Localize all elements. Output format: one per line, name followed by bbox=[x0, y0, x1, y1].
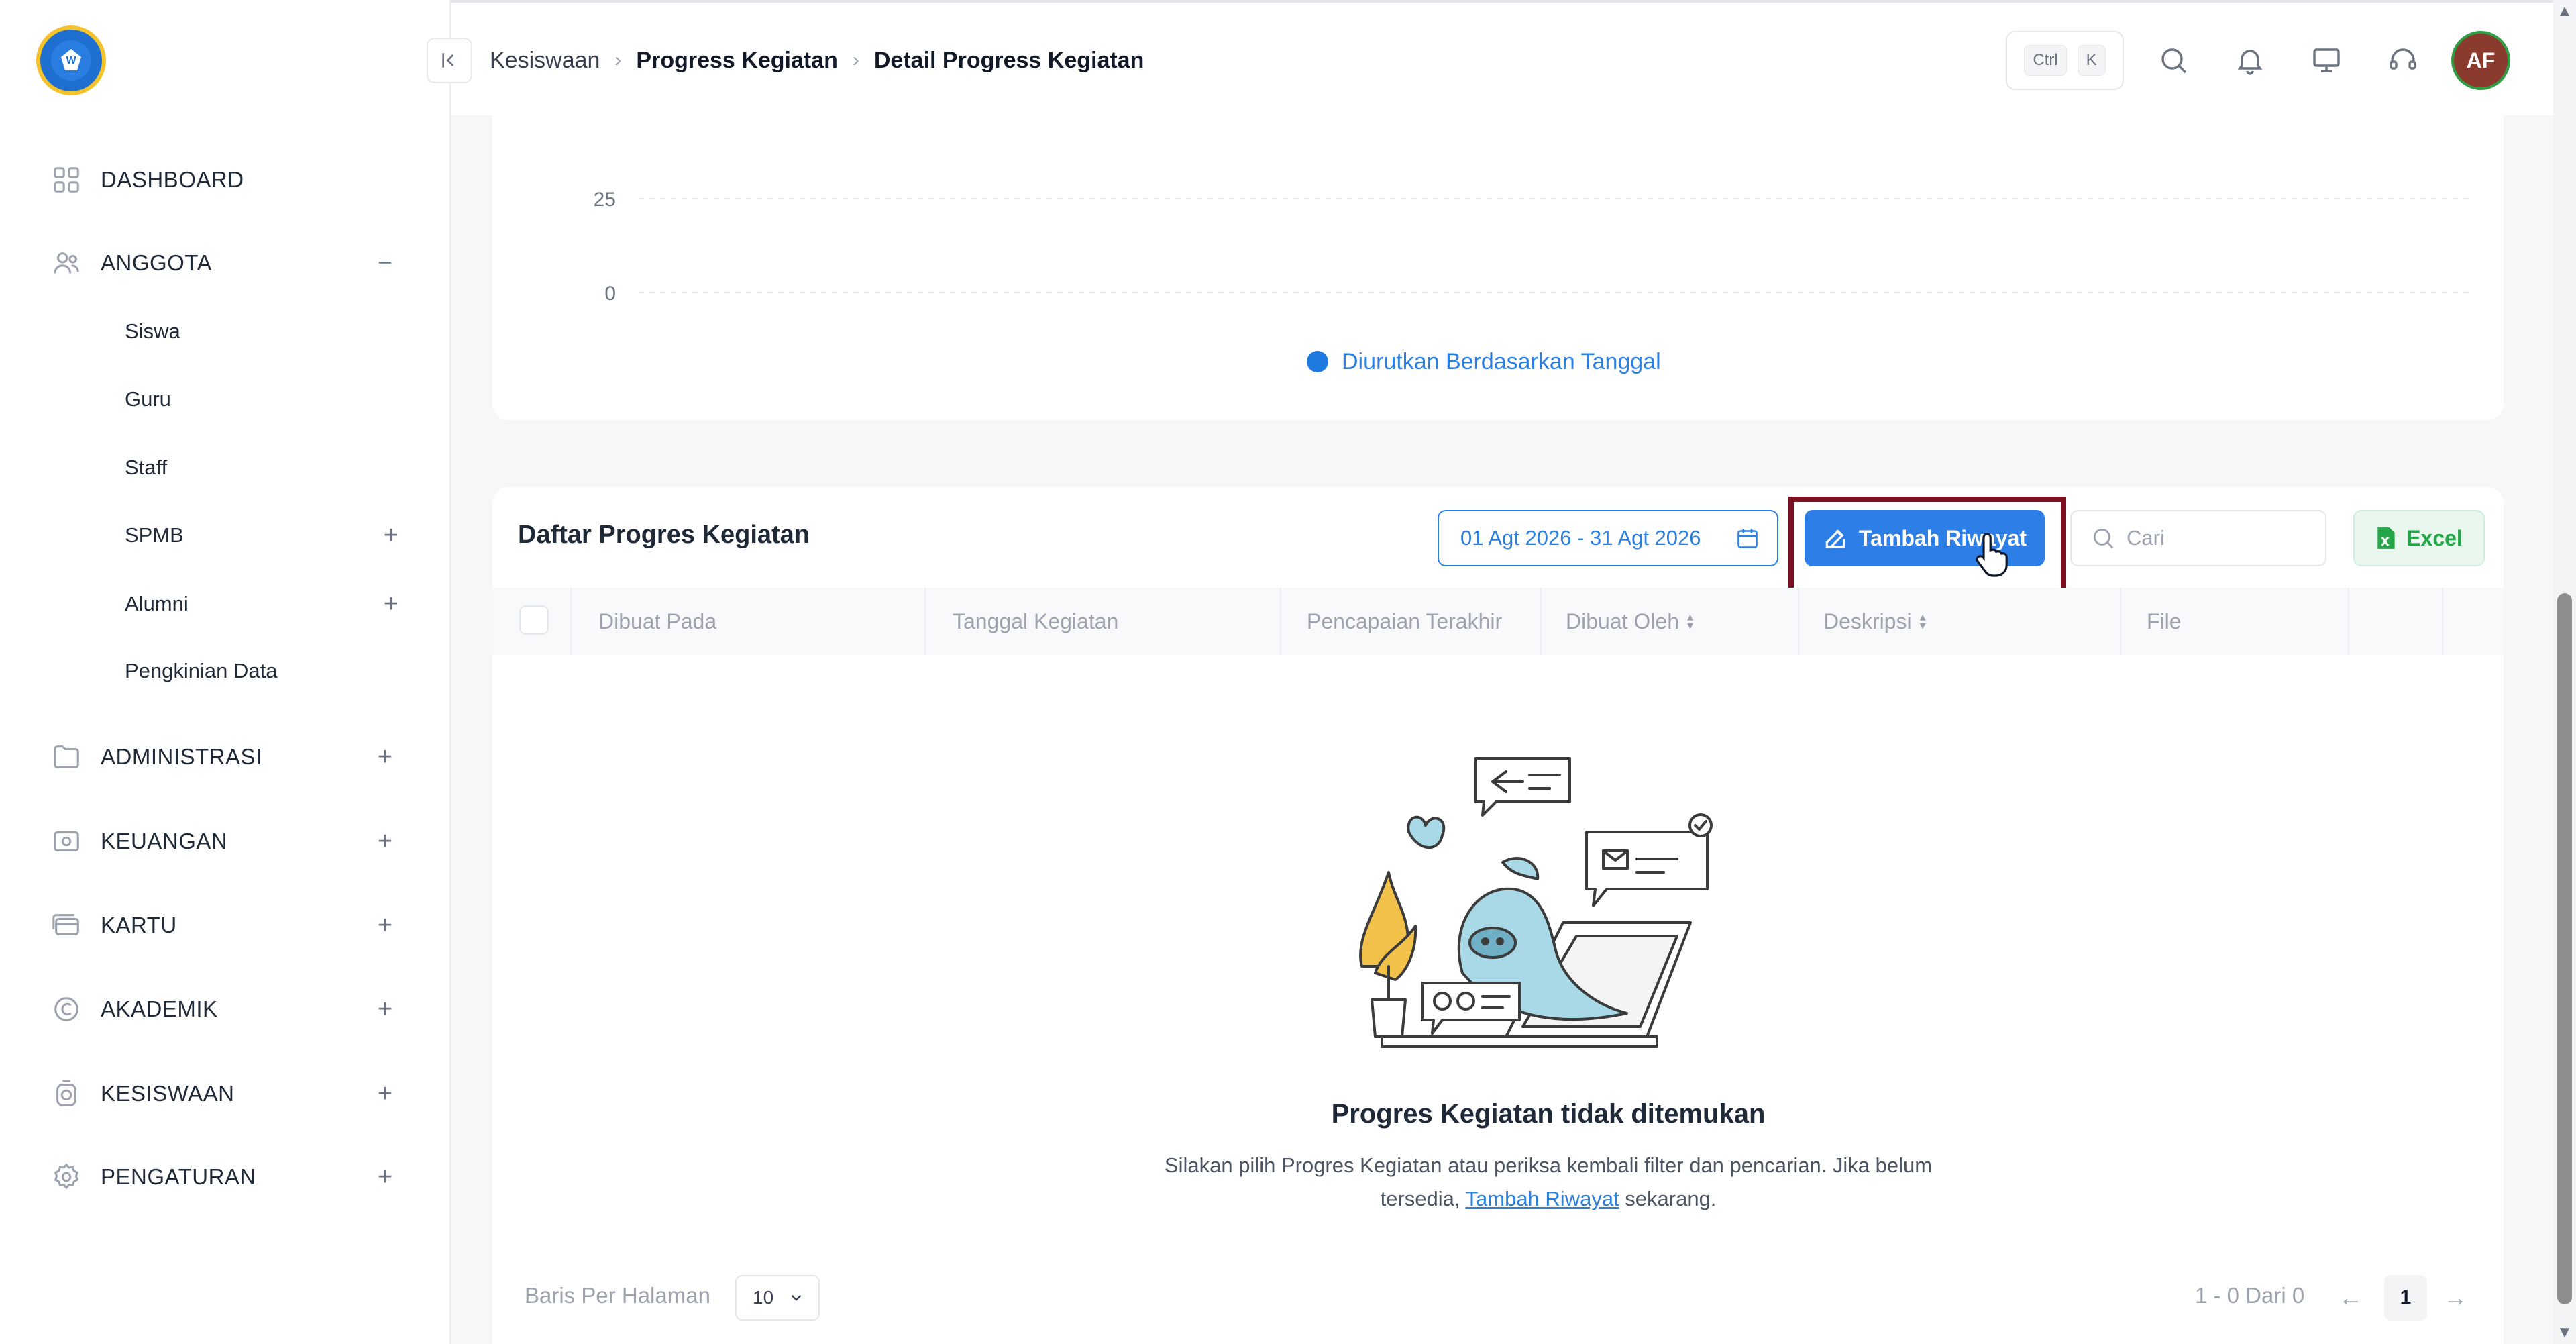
date-range-value: 01 Agt 2026 - 31 Agt 2026 bbox=[1460, 526, 1701, 550]
sort-icon[interactable]: ▴ ▾ bbox=[1920, 611, 1926, 631]
sidebar-item-akademik[interactable]: AKADEMIK + bbox=[50, 989, 398, 1029]
sidebar-item-pengaturan[interactable]: PENGATURAN + bbox=[50, 1157, 398, 1197]
select-all-checkbox[interactable] bbox=[519, 605, 549, 635]
sidebar-subitem-spmb[interactable]: SPMB + bbox=[125, 515, 407, 556]
expand-toggle-icon[interactable]: + bbox=[372, 828, 398, 855]
hand-cursor-icon bbox=[1976, 533, 2008, 577]
progress-chart: 25 0 bbox=[594, 189, 2469, 305]
sidebar-subitem-alumni[interactable]: Alumni + bbox=[125, 584, 407, 624]
highlight-annotation-box bbox=[1788, 497, 2066, 600]
expand-toggle-icon[interactable]: + bbox=[372, 743, 398, 770]
column-separator bbox=[1798, 588, 1799, 655]
column-separator bbox=[924, 588, 926, 655]
prev-page-button[interactable]: ← bbox=[2330, 1275, 2371, 1321]
sidebar-subitem-staff[interactable]: Staff bbox=[125, 448, 407, 488]
date-range-picker[interactable]: 01 Agt 2026 - 31 Agt 2026 bbox=[1438, 510, 1778, 566]
export-excel-button[interactable]: Excel bbox=[2353, 510, 2485, 566]
table-title: Daftar Progres Kegiatan bbox=[518, 521, 810, 549]
column-deskripsi[interactable]: Deskripsi ▴ ▾ bbox=[1823, 588, 1926, 655]
sidebar-subitem-label: Staff bbox=[125, 456, 168, 479]
sidebar-item-administrasi[interactable]: ADMINISTRASI + bbox=[50, 737, 398, 777]
column-dibuat-pada[interactable]: Dibuat Pada bbox=[598, 588, 716, 655]
export-excel-label: Excel bbox=[2406, 525, 2463, 550]
sidebar-item-label: PENGATURAN bbox=[101, 1164, 256, 1189]
y-tick-label: 0 bbox=[604, 282, 616, 305]
sidebar-subitem-label: Pengkinian Data bbox=[125, 659, 278, 682]
chevron-down-icon bbox=[791, 1294, 802, 1301]
page-number-button[interactable]: 1 bbox=[2384, 1275, 2427, 1321]
expand-toggle-icon[interactable]: + bbox=[372, 912, 398, 939]
empty-state-title: Progres Kegiatan tidak ditemukan bbox=[1331, 1099, 1766, 1129]
sort-icon[interactable]: ▴ ▾ bbox=[1687, 611, 1693, 631]
column-separator bbox=[570, 588, 572, 655]
add-history-link[interactable]: Tambah Riwayat bbox=[1466, 1187, 1619, 1210]
expand-toggle-icon[interactable]: + bbox=[372, 1164, 398, 1190]
column-separator bbox=[1280, 588, 1281, 655]
scroll-up-arrow-icon[interactable]: ▲ bbox=[2553, 0, 2576, 23]
column-dibuat-oleh[interactable]: Dibuat Oleh ▴ ▾ bbox=[1566, 588, 1693, 655]
column-label: Dibuat Oleh bbox=[1566, 609, 1679, 633]
column-label: Pencapaian Terakhir bbox=[1307, 609, 1503, 633]
academic-icon bbox=[50, 992, 83, 1026]
sidebar-item-label: KEUANGAN bbox=[101, 829, 228, 854]
column-label: File bbox=[2147, 609, 2182, 633]
excel-file-icon bbox=[2377, 527, 2395, 549]
y-tick-label: 25 bbox=[594, 189, 616, 211]
column-pencapaian-terakhir[interactable]: Pencapaian Terakhir bbox=[1307, 588, 1502, 655]
column-label: Tanggal Kegiatan bbox=[953, 609, 1119, 633]
column-separator bbox=[2120, 588, 2121, 655]
scrollbar-thumb[interactable] bbox=[2557, 593, 2572, 1304]
chart-legend[interactable]: Diurutkan Berdasarkan Tanggal bbox=[1307, 346, 1661, 377]
card-icon bbox=[50, 909, 83, 942]
empty-desc-text-end: sekarang. bbox=[1619, 1187, 1717, 1210]
search-icon bbox=[2093, 528, 2114, 549]
column-label: Deskripsi bbox=[1823, 609, 1912, 633]
gear-icon bbox=[50, 1160, 83, 1194]
empty-state-illustration bbox=[1359, 757, 1713, 1048]
folder-icon bbox=[50, 740, 83, 774]
rows-per-page-label: Baris Per Halaman bbox=[525, 1283, 710, 1308]
empty-state-description: Silakan pilih Progres Kegiatan atau peri… bbox=[1154, 1149, 1943, 1216]
sidebar-item-kartu[interactable]: KARTU + bbox=[50, 905, 398, 945]
rows-per-page-select[interactable]: 10 bbox=[735, 1275, 820, 1321]
next-page-button[interactable]: → bbox=[2435, 1275, 2475, 1321]
sidebar-item-label: ADMINISTRASI bbox=[101, 744, 262, 769]
expand-toggle-icon[interactable]: + bbox=[384, 591, 398, 617]
column-tanggal-kegiatan[interactable]: Tanggal Kegiatan bbox=[953, 588, 1118, 655]
search-placeholder: Cari bbox=[2127, 526, 2165, 550]
legend-dot-icon bbox=[1307, 351, 1328, 372]
sidebar-subitem-pengkinian-data[interactable]: Pengkinian Data bbox=[125, 651, 407, 691]
sidebar-subitem-label: SPMB bbox=[125, 523, 184, 547]
column-label: Dibuat Pada bbox=[598, 609, 717, 633]
column-separator bbox=[2442, 588, 2443, 655]
expand-toggle-icon[interactable]: + bbox=[372, 996, 398, 1023]
column-separator bbox=[1540, 588, 1542, 655]
expand-toggle-icon[interactable]: + bbox=[384, 523, 398, 548]
sidebar-item-label: AKADEMIK bbox=[101, 996, 218, 1021]
legend-label: Diurutkan Berdasarkan Tanggal bbox=[1342, 348, 1661, 374]
calendar-icon bbox=[1737, 529, 1758, 548]
rows-per-page-value: 10 bbox=[753, 1287, 774, 1308]
scroll-down-arrow-icon[interactable]: ▼ bbox=[2553, 1321, 2576, 1344]
column-separator bbox=[2348, 588, 2349, 655]
column-file[interactable]: File bbox=[2147, 588, 2182, 655]
search-field[interactable]: Cari bbox=[2070, 510, 2326, 566]
wallet-icon bbox=[50, 825, 83, 858]
sidebar-item-label: KARTU bbox=[101, 913, 177, 937]
sidebar-item-keuangan[interactable]: KEUANGAN + bbox=[50, 821, 398, 862]
page-info: 1 - 0 Dari 0 bbox=[2195, 1283, 2305, 1308]
sidebar-subitem-label: Alumni bbox=[125, 592, 189, 615]
